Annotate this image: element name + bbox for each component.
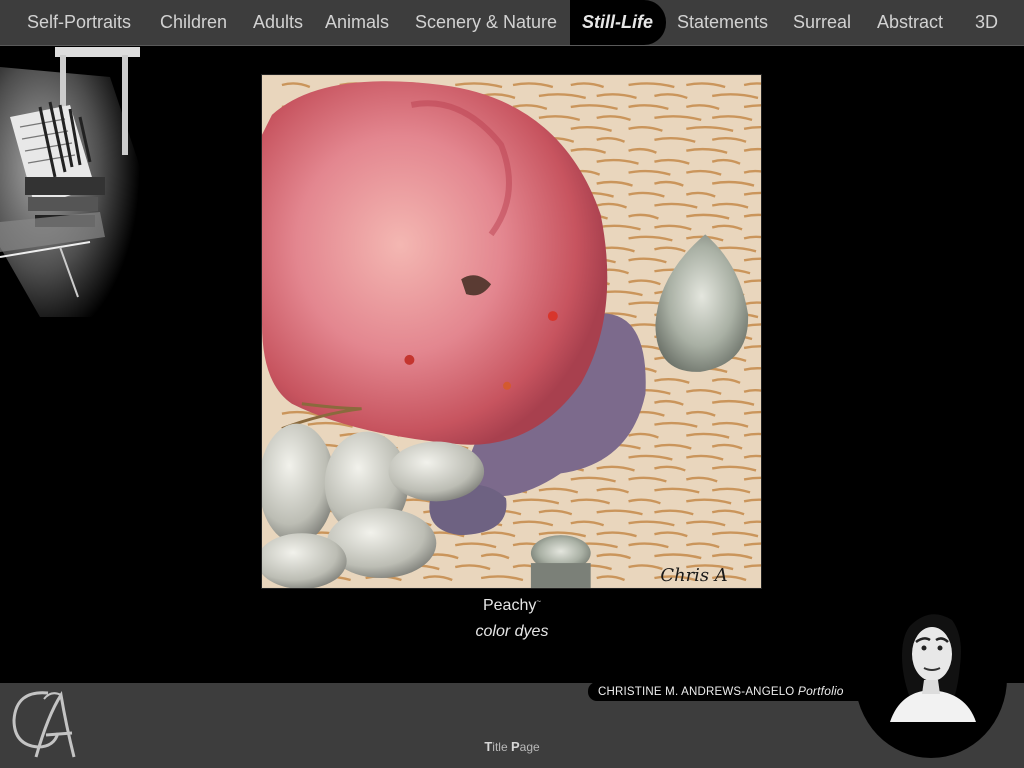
nav-still-life[interactable]: Still-Life [582, 0, 653, 45]
artwork-title-text: Peachy [482, 597, 537, 614]
portfolio-label: Portfolio [797, 684, 844, 698]
top-navigation: Self-Portraits Children Adults Animals S… [0, 0, 1024, 46]
title-page-text-1: itle [492, 740, 511, 754]
artist-name: CHRISTINE M. ANDREWS-ANGELO Portfolio [598, 684, 844, 698]
title-page-letter-p: P [510, 739, 520, 754]
artwork-title-mark: ~ [536, 597, 542, 606]
title-page-link[interactable]: Title Page [0, 739, 1024, 754]
nav-adults[interactable]: Adults [253, 0, 303, 45]
nav-self-portraits[interactable]: Self-Portraits [27, 0, 131, 45]
nav-animals[interactable]: Animals [325, 0, 389, 45]
nav-surreal[interactable]: Surreal [793, 0, 851, 45]
painting-peachy[interactable]: Chris A [261, 74, 762, 589]
artist-signature: Chris A [660, 565, 727, 586]
nav-3d[interactable]: 3D [975, 0, 998, 45]
nav-children[interactable]: Children [160, 0, 227, 45]
artist-name-text: CHRISTINE M. ANDREWS-ANGELO [598, 686, 795, 698]
nav-abstract[interactable]: Abstract [877, 0, 943, 45]
artwork-title: Peachy~ [0, 597, 1024, 615]
decorative-desk-photo [0, 47, 145, 327]
artist-portrait-photo [890, 614, 976, 722]
nav-scenery-nature[interactable]: Scenery & Nature [415, 0, 557, 45]
title-page-text-2: age [519, 740, 540, 754]
nav-statements[interactable]: Statements [677, 0, 768, 45]
